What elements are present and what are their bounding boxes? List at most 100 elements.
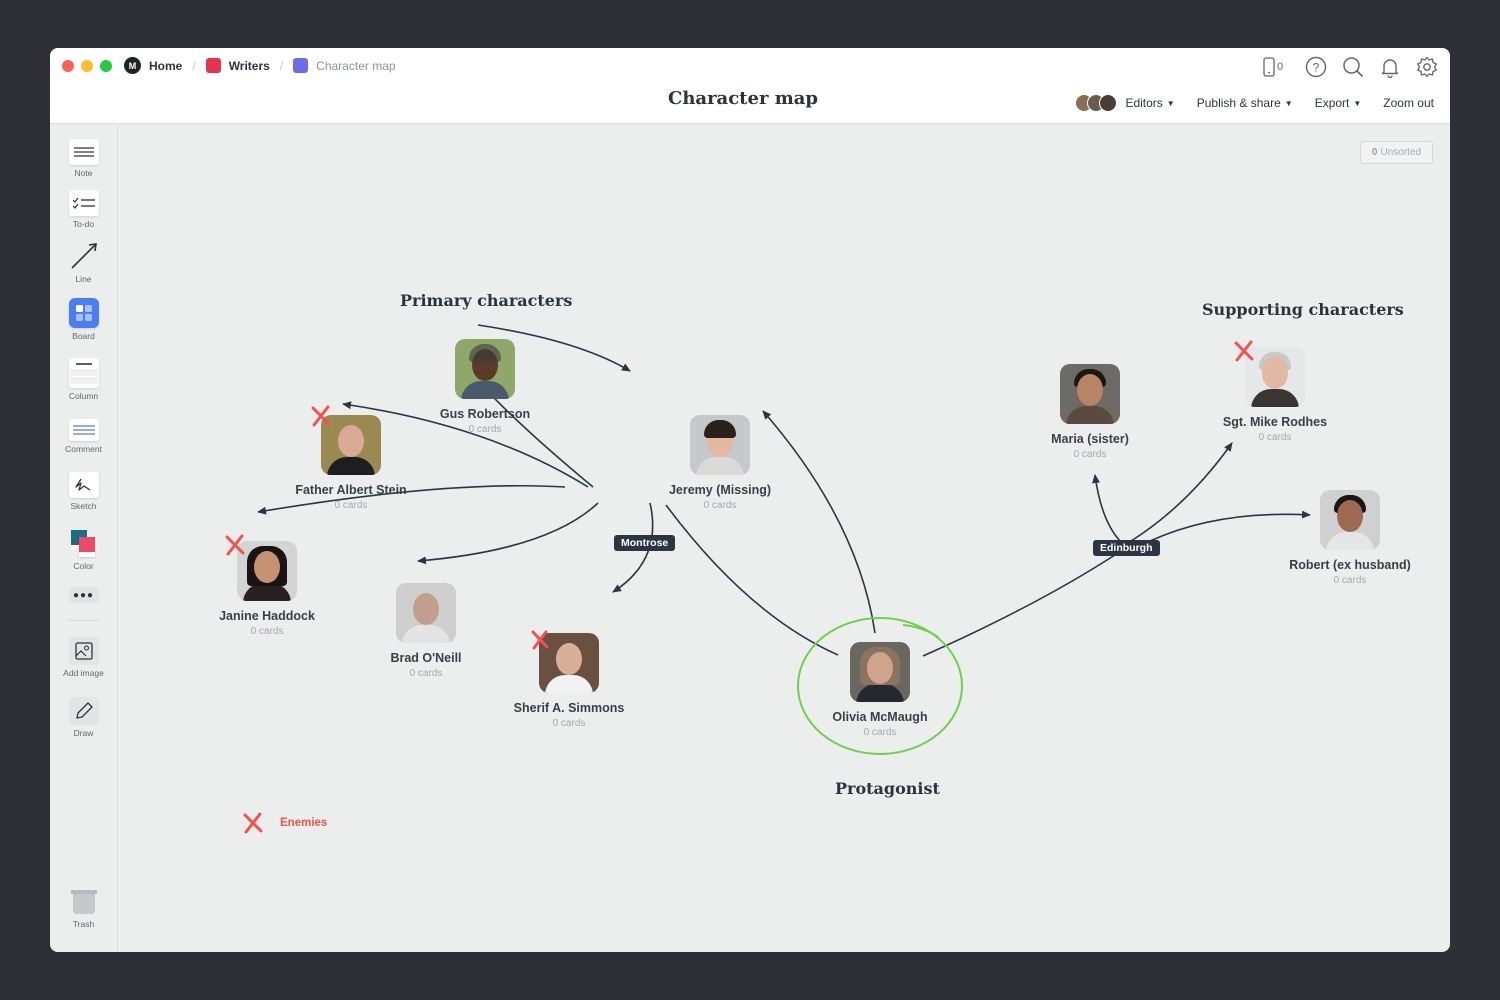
- tool-label: Trash: [72, 919, 95, 929]
- maximize-window-button[interactable]: [100, 60, 112, 72]
- tool-add-image[interactable]: Add image: [50, 637, 117, 678]
- character-name: Janine Haddock: [219, 609, 315, 623]
- zoom-out-label: Zoom out: [1383, 96, 1434, 110]
- tool-todo[interactable]: To-do: [50, 190, 117, 229]
- export-dropdown[interactable]: Export ▼: [1315, 96, 1362, 110]
- enemy-x-icon: [311, 405, 331, 427]
- character-card-father-albert-stein[interactable]: Father Albert Stein 0 cards: [271, 415, 431, 511]
- character-card-count: 0 cards: [1333, 575, 1367, 586]
- character-card-count: 0 cards: [703, 500, 737, 511]
- zoom-out-button[interactable]: Zoom out: [1383, 96, 1434, 110]
- help-icon: ?: [1305, 56, 1326, 77]
- tool-sidebar: Note To-do Line Board Column Comment Ske…: [50, 125, 118, 952]
- character-name: Olivia McMaugh: [832, 710, 928, 724]
- board-icon: [293, 58, 309, 73]
- enemy-x-icon: [531, 630, 549, 650]
- character-name: Jeremy (Missing): [668, 483, 772, 497]
- enemy-x-icon: [1234, 340, 1254, 362]
- character-card-count: 0 cards: [863, 727, 897, 738]
- unsorted-label: Unsorted: [1380, 147, 1422, 158]
- character-card-sherif-simmons[interactable]: Sherif A. Simmons 0 cards: [489, 633, 649, 729]
- tool-label: Line: [75, 274, 92, 284]
- tool-note[interactable]: Note: [50, 139, 117, 178]
- export-label: Export: [1314, 96, 1350, 110]
- tool-draw[interactable]: Draw: [50, 697, 117, 738]
- milanote-logo-icon: M: [124, 57, 141, 74]
- character-card-jeremy-missing[interactable]: Jeremy (Missing) 0 cards: [640, 415, 800, 511]
- search-button[interactable]: [1341, 55, 1364, 78]
- tool-label: To-do: [72, 219, 95, 229]
- breadcrumb-writers-label: Writers: [228, 58, 270, 73]
- tool-column[interactable]: Column: [50, 358, 117, 401]
- mobile-device-icon: [1263, 56, 1275, 77]
- device-count: 0: [1276, 60, 1284, 73]
- mobile-device-button[interactable]: 0: [1256, 55, 1290, 78]
- character-card-janine-haddock[interactable]: Janine Haddock 0 cards: [187, 541, 347, 637]
- minimize-window-button[interactable]: [81, 60, 93, 72]
- breadcrumb-writers[interactable]: Writers: [205, 58, 270, 73]
- board-icon: [205, 58, 221, 73]
- enemy-x-icon: [225, 534, 245, 556]
- character-photo: [690, 415, 750, 475]
- character-card-count: 0 cards: [1258, 432, 1292, 443]
- trash-icon: [70, 890, 97, 916]
- board-canvas[interactable]: 0 Unsorted Primary characters Supporting…: [118, 125, 1450, 952]
- sketch-icon: [68, 472, 99, 498]
- character-name: Brad O'Neill: [390, 651, 462, 665]
- heading-primary-characters: Primary characters: [400, 291, 573, 310]
- character-photo: [850, 642, 910, 702]
- tool-line[interactable]: Line: [50, 241, 117, 284]
- legend-label: Enemies: [280, 817, 328, 829]
- more-tools-button[interactable]: ●●●: [50, 587, 117, 603]
- tool-label: Comment: [65, 444, 102, 454]
- character-card-brad-oneill[interactable]: Brad O'Neill 0 cards: [346, 583, 506, 679]
- avatar: [1099, 94, 1118, 112]
- tool-label: Color: [73, 561, 94, 571]
- settings-button[interactable]: [1415, 55, 1438, 78]
- link-montrose-brad[interactable]: [417, 502, 599, 565]
- tool-label: Board: [72, 331, 95, 341]
- breadcrumb-home[interactable]: M Home: [124, 57, 182, 74]
- tool-color[interactable]: Color: [50, 528, 117, 571]
- character-card-robert-ex-husband[interactable]: Robert (ex husband) 0 cards: [1270, 490, 1430, 586]
- character-name: Sgt. Mike Rodhes: [1222, 415, 1328, 429]
- link-edinburgh-maria[interactable]: [1092, 474, 1121, 542]
- tool-label: Add image: [63, 668, 104, 678]
- location-label-edinburgh[interactable]: Edinburgh: [1093, 540, 1160, 556]
- editors-label: Editors: [1125, 96, 1163, 110]
- search-icon: [1342, 56, 1363, 77]
- heading-supporting-characters: Supporting characters: [1202, 300, 1404, 319]
- tool-label: Note: [74, 168, 93, 178]
- tool-label: Draw: [73, 728, 94, 738]
- note-icon: [68, 139, 99, 165]
- editors-dropdown[interactable]: Editors ▼: [1075, 94, 1175, 112]
- help-button[interactable]: ?: [1304, 55, 1327, 78]
- top-icons: 0 ?: [1256, 55, 1438, 78]
- board-menu: Editors ▼ Publish & share ▼ Export ▼ Zoo…: [1075, 94, 1434, 112]
- breadcrumb-home-label: Home: [149, 58, 183, 73]
- tool-label: Sketch: [70, 501, 97, 511]
- tool-comment[interactable]: Comment: [50, 419, 117, 454]
- tool-sketch[interactable]: Sketch: [50, 472, 117, 511]
- breadcrumb-separator: /: [192, 58, 196, 73]
- breadcrumb-character-map[interactable]: Character map: [293, 58, 396, 73]
- character-card-sgt-mike-rodhes[interactable]: Sgt. Mike Rodhes 0 cards: [1195, 347, 1355, 443]
- character-card-count: 0 cards: [1073, 449, 1107, 460]
- notifications-button[interactable]: [1378, 55, 1401, 78]
- tool-label: Column: [68, 391, 99, 401]
- close-window-button[interactable]: [62, 60, 74, 72]
- unsorted-button[interactable]: 0 Unsorted: [1360, 141, 1433, 164]
- character-name: Father Albert Stein: [295, 483, 407, 497]
- image-icon: [68, 637, 99, 665]
- character-card-maria-sister[interactable]: Maria (sister) 0 cards: [1010, 364, 1170, 460]
- publish-share-dropdown[interactable]: Publish & share ▼: [1197, 96, 1293, 110]
- link-olivia-montrose[interactable]: [665, 504, 839, 656]
- comment-icon: [68, 419, 99, 441]
- link-olivia-edinburgh[interactable]: [922, 552, 1119, 657]
- unsorted-count: 0: [1371, 147, 1378, 158]
- trash-button[interactable]: Trash: [50, 890, 117, 929]
- tool-board[interactable]: Board: [50, 298, 117, 341]
- enemy-x-icon: [243, 812, 263, 834]
- location-label-montrose[interactable]: Montrose: [614, 535, 676, 551]
- character-card-olivia-mcmaugh[interactable]: Olivia McMaugh 0 cards: [800, 642, 960, 738]
